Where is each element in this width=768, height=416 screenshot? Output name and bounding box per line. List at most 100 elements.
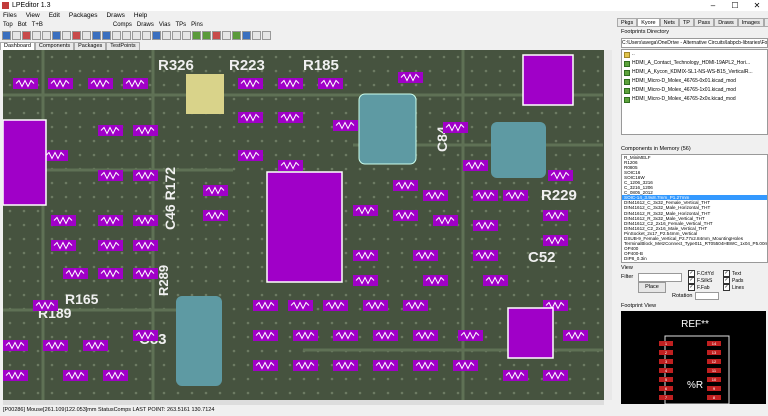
pcb-component[interactable] — [543, 235, 568, 246]
pcb-component[interactable] — [13, 78, 38, 89]
via-icon[interactable] — [212, 31, 221, 40]
flip-icon[interactable] — [72, 31, 81, 40]
circle-icon[interactable] — [162, 31, 171, 40]
pcb-component[interactable] — [323, 300, 348, 311]
pcb-component[interactable] — [548, 170, 573, 181]
ic-component[interactable] — [266, 171, 343, 283]
delete-icon[interactable] — [22, 31, 31, 40]
maximize-icon[interactable]: ☐ — [724, 1, 746, 10]
list-item[interactable]: HDMI_A_Kycon_KDMIX-SL1-NS-WS-B15_Vertica… — [622, 68, 767, 77]
pcb-component[interactable] — [458, 330, 483, 341]
menu-draws[interactable]: Draws — [106, 12, 124, 19]
pcb-canvas[interactable]: R326 R223 R185 R165 R189 C52 C83 R229 C4… — [3, 50, 604, 400]
pcb-component[interactable] — [203, 185, 228, 196]
line-icon[interactable] — [182, 31, 191, 40]
pcb-component[interactable] — [278, 78, 303, 89]
paste-icon[interactable] — [42, 31, 51, 40]
list-item[interactable]: TerminalBlock_MetzConnect_Type011_RT0550… — [622, 241, 767, 246]
pcb-component[interactable] — [98, 215, 123, 226]
pcb-component[interactable] — [413, 330, 438, 341]
footprint-file-list[interactable]: .. HDMI_A_Contact_Technology_HDMI-19APL2… — [621, 49, 768, 135]
pcb-component[interactable] — [133, 268, 158, 279]
pcb-component[interactable] — [133, 330, 158, 341]
pcb-component[interactable] — [278, 112, 303, 123]
pcb-component[interactable] — [3, 340, 28, 351]
menu-packages[interactable]: Packages — [69, 12, 98, 19]
ic-component[interactable] — [3, 119, 47, 206]
pcb-component[interactable] — [353, 250, 378, 261]
pins-filter[interactable]: Pins — [191, 22, 203, 28]
pcb-component[interactable] — [473, 250, 498, 261]
pcb-component[interactable] — [238, 150, 263, 161]
pcb-component[interactable] — [443, 122, 468, 133]
tab-pass[interactable]: Pass — [693, 18, 715, 27]
pcb-component[interactable] — [413, 360, 438, 371]
component-icon[interactable] — [192, 31, 201, 40]
pcb-component[interactable] — [253, 300, 278, 311]
pcb-component[interactable] — [413, 250, 438, 261]
testpoint-icon[interactable] — [232, 31, 241, 40]
select-icon[interactable] — [52, 31, 61, 40]
pcb-component[interactable] — [293, 330, 318, 341]
draws-filter[interactable]: Draws — [137, 22, 154, 28]
pcb-component[interactable] — [43, 340, 68, 351]
arrow-left-icon[interactable] — [112, 31, 121, 40]
pcb-component[interactable] — [363, 300, 388, 311]
pcb-component[interactable] — [203, 210, 228, 221]
text-icon[interactable] — [222, 31, 231, 40]
pcb-component[interactable] — [483, 275, 508, 286]
tab-draws[interactable]: Draws — [714, 18, 738, 27]
pcb-component[interactable] — [48, 78, 73, 89]
pcb-component[interactable] — [543, 210, 568, 221]
arrow-up-icon[interactable] — [132, 31, 141, 40]
checkbox-fcrtyd[interactable]: ✓ F.CrtYd — [688, 270, 714, 277]
pcb-component[interactable] — [133, 215, 158, 226]
pcb-component[interactable] — [333, 120, 358, 131]
tab-tp[interactable]: TP — [678, 18, 694, 27]
copy-icon[interactable] — [32, 31, 41, 40]
pcb-component[interactable] — [463, 160, 488, 171]
pcb-component[interactable] — [103, 370, 128, 381]
tab-components[interactable]: Components — [34, 42, 75, 50]
footprint-directory-path[interactable]: C:\Users\avega\OneDrive - Alternative Ci… — [621, 38, 768, 48]
pcb-component[interactable] — [473, 220, 498, 231]
pcb-component[interactable] — [33, 300, 58, 311]
pcb-component[interactable] — [278, 160, 303, 171]
vertical-scrollbar[interactable] — [604, 50, 612, 400]
comps-filter[interactable]: Comps — [113, 22, 132, 28]
arrow-right-icon[interactable] — [122, 31, 131, 40]
menu-edit[interactable]: Edit — [49, 12, 60, 19]
pcb-component[interactable] — [88, 78, 113, 89]
menu-files[interactable]: Files — [3, 12, 17, 19]
tab-ai[interactable]: AI — [763, 18, 768, 27]
pcb-component[interactable] — [503, 370, 528, 381]
pcb-component[interactable] — [98, 240, 123, 251]
arrow-down-icon[interactable] — [142, 31, 151, 40]
top-layer-toggle[interactable]: Top — [3, 22, 13, 28]
move-icon[interactable] — [62, 31, 71, 40]
pad-icon[interactable] — [202, 31, 211, 40]
pcb-component[interactable] — [543, 370, 568, 381]
save-icon[interactable] — [12, 31, 21, 40]
tab-images[interactable]: Images — [737, 18, 764, 27]
pcb-component[interactable] — [563, 330, 588, 341]
rotate-icon[interactable] — [82, 31, 91, 40]
pcb-component[interactable] — [403, 300, 428, 311]
checkbox-fsilks[interactable]: ✓ F.SilkS — [688, 277, 712, 284]
pcb-component[interactable] — [423, 275, 448, 286]
zoom-in-icon[interactable] — [92, 31, 101, 40]
list-item[interactable]: HDMI_A_Contact_Technology_HDMI-19APL2_Ho… — [622, 59, 767, 68]
components-memory-list[interactable]: R_MiniMELF R1206 R0805 SOIC16 SOIC16W C_1206_… — [621, 154, 768, 263]
pcb-component[interactable] — [373, 330, 398, 341]
pcb-component[interactable] — [393, 210, 418, 221]
list-item[interactable]: DIP8_0.3in — [622, 256, 767, 261]
checkbox-text[interactable]: ✓ Text — [723, 270, 741, 277]
pcb-component[interactable] — [433, 215, 458, 226]
pcb-component[interactable] — [123, 78, 148, 89]
pcb-component[interactable] — [51, 215, 76, 226]
list-item[interactable]: .. — [622, 50, 767, 59]
pcb-component[interactable] — [133, 240, 158, 251]
pcb-component[interactable] — [353, 205, 378, 216]
menu-help[interactable]: Help — [134, 12, 147, 19]
list-item[interactable]: HDMI_Micro-D_Molex_46765-1x01.kicad_mod — [622, 86, 767, 95]
